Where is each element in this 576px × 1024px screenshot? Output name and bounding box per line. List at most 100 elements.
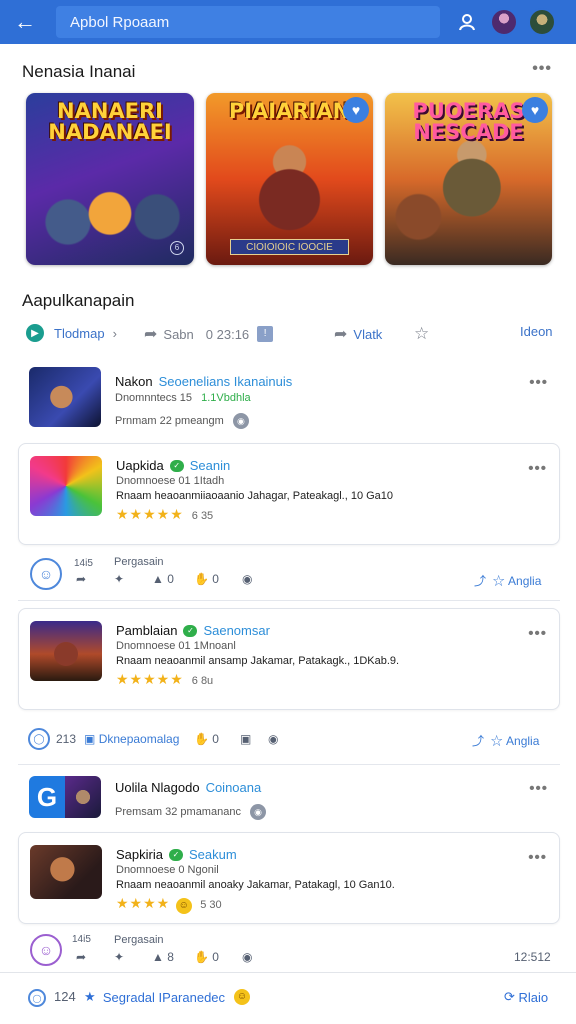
featured-game-card[interactable]: PIAIARIAN ♥ CIOIOIOIC IOOCIE — [206, 93, 373, 265]
like-count: 8 — [167, 950, 174, 964]
count-label: 124 — [54, 989, 76, 1004]
share-label: Anglia — [508, 573, 542, 588]
featured-game-card[interactable]: NANAERI NADANAEI 6 — [26, 93, 194, 265]
app-meta: Prnmam 22 pmeangm ◉ — [115, 413, 249, 429]
chevron-right-icon: › — [112, 325, 117, 341]
star-icon: ★★★★ — [116, 895, 171, 911]
avatar[interactable] — [490, 8, 518, 36]
refresh-button[interactable]: ⟳ Rlaio — [504, 989, 548, 1005]
like-button[interactable]: ▲ 8 — [152, 950, 174, 964]
filter-trending[interactable]: ▶ Tlodmap › — [26, 324, 117, 342]
app-tag: Seanin — [189, 458, 231, 473]
share-icon[interactable]: ➦ — [76, 572, 86, 586]
app-name: Nakon — [115, 374, 153, 389]
app-name: Uolila Nlagodo — [115, 780, 200, 795]
list-item[interactable]: Nakon Seoenelians Ikanainuis Dnomnntecs … — [18, 364, 560, 434]
star-outline-icon: ☆ — [414, 324, 430, 343]
share-arrow-icon: ➦ — [334, 326, 348, 343]
app-card[interactable]: Sapkiria ✓ Seakum Dnomnoese 0 Ngonil Rna… — [18, 832, 560, 924]
filter-share[interactable]: ➦ Sabn 0 23:16 ! — [144, 324, 274, 344]
pin-icon[interactable]: ✦ — [114, 572, 124, 586]
list-item[interactable]: G Uolila Nlagodo Coinoana Premsam 32 pma… — [18, 770, 560, 826]
image-icon[interactable]: ▣ — [240, 732, 251, 746]
apps-section-title: Aapulkanapain — [22, 291, 135, 310]
chat-icon[interactable]: ☺ — [30, 934, 62, 966]
back-button[interactable]: ← — [10, 7, 40, 37]
avatar[interactable] — [528, 8, 556, 36]
app-description: Rnaam neaoanmil ansamp Jakamar, Patakagk… — [116, 655, 400, 667]
comment-count: 14i5 — [74, 558, 93, 569]
action-label: Pergasain — [114, 934, 164, 946]
more-options-button[interactable]: ••• — [532, 60, 552, 78]
filter-list[interactable]: Ideon — [520, 324, 553, 339]
filter-label: Sabn — [163, 326, 194, 342]
more-options-button[interactable]: ••• — [528, 849, 547, 866]
app-meta: Dnomnntecs 15 1.1Vbdhla — [115, 392, 251, 404]
search-input[interactable]: Apbol Rpoaam — [56, 6, 440, 38]
timestamp: 12:512 — [514, 950, 551, 964]
meta-text: Prnmam 22 pmeangm — [115, 414, 224, 427]
verified-icon: ✓ — [169, 459, 184, 472]
app-tag: Seakum — [188, 847, 237, 862]
shield-icon[interactable]: ◯ — [28, 728, 50, 750]
eye-icon: ◉ — [250, 804, 267, 820]
app-meta: Dnomnoese 0 Ngonil — [116, 864, 219, 876]
thumbs-up-button[interactable]: ✋ 0 — [194, 732, 219, 746]
thumbs-up-button[interactable]: ✋ 0 — [194, 572, 219, 586]
user-button[interactable] — [454, 9, 480, 35]
app-card[interactable]: Uapkida ✓ Seanin Dnomnoese 01 1Itadh Rna… — [18, 443, 560, 545]
segment-button[interactable]: ★ Segradal IParanedec — [84, 989, 225, 1005]
app-logo: G — [29, 776, 65, 818]
more-options-button[interactable]: ••• — [528, 460, 547, 477]
app-name: Uapkida — [116, 458, 164, 473]
app-meta: Dnomnoese 01 1Itadh — [116, 475, 225, 487]
share-button[interactable]: ⤴ ☆ Anglia — [474, 572, 541, 589]
more-options-button[interactable]: ••• — [528, 625, 547, 642]
app-description: Rnaam neaoanmil anoaky Jakamar, Patakagl… — [116, 879, 395, 891]
action-label: Pergasain — [114, 556, 164, 568]
share-icon[interactable]: ➦ — [76, 950, 86, 964]
star-icon: ★ — [84, 989, 96, 1004]
app-icon — [29, 367, 101, 427]
like-button[interactable]: ▲ 0 — [152, 572, 174, 586]
meta-text: Premsam 32 pmamananc — [115, 805, 241, 818]
filter-label: Ideon — [520, 324, 553, 339]
more-options-button[interactable]: ••• — [529, 374, 548, 391]
heart-icon[interactable]: ♥ — [343, 97, 369, 123]
app-icon: G — [29, 776, 101, 818]
thumbs-up-button[interactable]: ✋ 0 — [194, 950, 219, 964]
app-art — [65, 776, 101, 818]
featured-game-card[interactable]: PUOERAS NESCADE ♥ — [385, 93, 552, 265]
share-label: Anglia — [506, 733, 540, 748]
info-icon[interactable]: ◉ — [268, 732, 278, 746]
refresh-label: Rlaio — [518, 989, 549, 1005]
app-title-row: Uapkida ✓ Seanin — [116, 458, 230, 473]
category-button[interactable]: ▣ Dknepaomalag — [84, 732, 179, 746]
heart-icon[interactable]: ♥ — [522, 97, 548, 123]
game-title: NANAERI NADANAEI — [48, 99, 172, 144]
info-icon[interactable]: ◉ — [242, 950, 252, 964]
smile-icon[interactable]: ☺ — [234, 989, 250, 1005]
shield-button[interactable]: ◯ — [28, 989, 46, 1007]
count-label: 0 23:16 — [205, 326, 250, 342]
info-icon[interactable]: ◉ — [242, 572, 252, 586]
app-name: Pamblaian — [116, 623, 178, 638]
app-name: Sapkiria — [116, 847, 163, 862]
rating-badge: 6 — [170, 241, 184, 255]
rating-stars: ★★★★★ 6 35 — [116, 506, 213, 523]
pin-icon[interactable]: ✦ — [114, 950, 124, 964]
filter-view[interactable]: ➦ Vlatk — [334, 324, 382, 344]
bottom-bar: ◯ 124 ★ Segradal IParanedec ☺ ⟳ Rlaio — [0, 972, 576, 1024]
user-outline-icon — [459, 14, 475, 31]
eye-icon: ◉ — [232, 413, 249, 429]
more-options-button[interactable]: ••• — [529, 780, 548, 797]
favorite-button[interactable]: ☆ — [414, 324, 429, 344]
app-card[interactable]: Pamblaian ✓ Saenomsar Dnomnoese 01 1Mnoa… — [18, 608, 560, 710]
chat-icon[interactable]: ☺ — [30, 558, 62, 590]
app-title-row: Sapkiria ✓ Seakum — [116, 847, 237, 862]
app-meta: Dnomnoese 01 1Mnoanl — [116, 640, 236, 652]
divider — [18, 600, 560, 601]
app-tag: Seoenelians Ikanainuis — [158, 374, 293, 389]
share-button[interactable]: ⤴ ☆ Anglia — [472, 732, 539, 749]
rating-stars: ★★★★★ 6 8u — [116, 671, 213, 688]
